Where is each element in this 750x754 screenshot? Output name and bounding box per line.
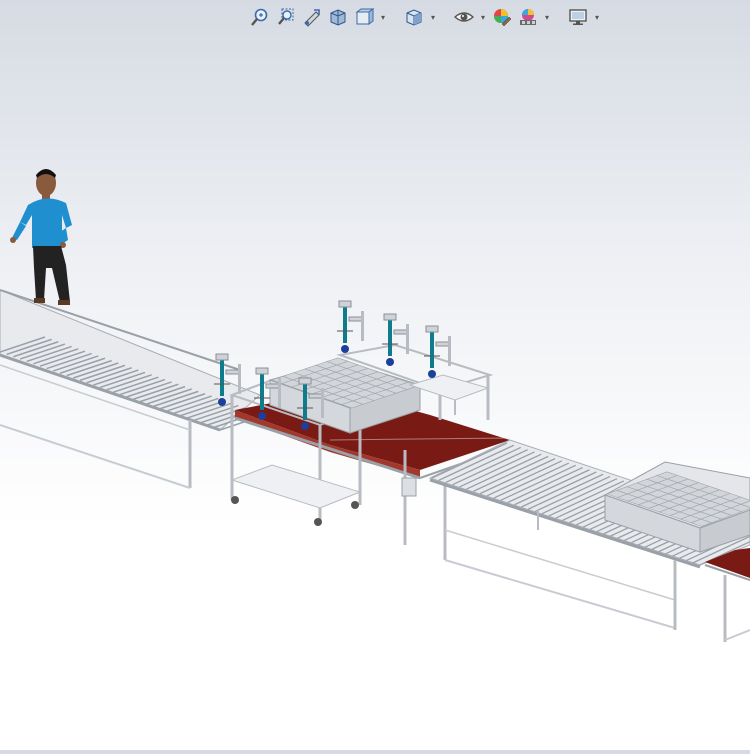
belt-conveyor-right[interactable] [705,548,750,642]
heads-up-view-toolbar: ▾ ▾ ▾ [248,4,602,30]
zoom-to-fit-icon [250,7,270,27]
apply-scene-button[interactable] [516,5,540,29]
hide-show-items-button[interactable] [452,5,476,29]
view-orientation-button[interactable] [402,5,426,29]
view-settings-icon [568,7,588,27]
previous-view-icon [302,7,322,27]
dynamic-annotation-views-dropdown[interactable]: ▾ [378,5,388,29]
apply-scene-dropdown[interactable]: ▾ [542,5,552,29]
gripper-unit[interactable] [382,314,409,366]
gripper-unit[interactable] [424,326,451,378]
zoom-to-fit-button[interactable] [248,5,272,29]
view-settings-dropdown[interactable]: ▾ [592,5,602,29]
operator-human-figure[interactable] [10,169,72,305]
dynamic-annotation-views-button[interactable] [352,5,376,29]
view-orientation-icon [404,7,424,27]
graphics-area[interactable] [0,0,750,750]
edit-appearance-button[interactable] [490,5,514,29]
apply-scene-icon [518,7,538,27]
view-orientation-dropdown[interactable]: ▾ [428,5,438,29]
dynamic-annotation-views-icon [354,7,374,27]
zoom-to-area-icon [276,7,296,27]
view-settings-button[interactable] [566,5,590,29]
previous-view-button[interactable] [300,5,324,29]
gripper-unit[interactable] [337,301,364,353]
edit-appearance-icon [492,7,512,27]
conveyor-line-3d-model[interactable] [0,0,750,750]
zoom-to-area-button[interactable] [274,5,298,29]
section-view-icon [328,7,348,27]
hide-show-items-icon [454,7,474,27]
roller-conveyor-left[interactable] [0,290,265,488]
hide-show-items-dropdown[interactable]: ▾ [478,5,488,29]
section-view-button[interactable] [326,5,350,29]
